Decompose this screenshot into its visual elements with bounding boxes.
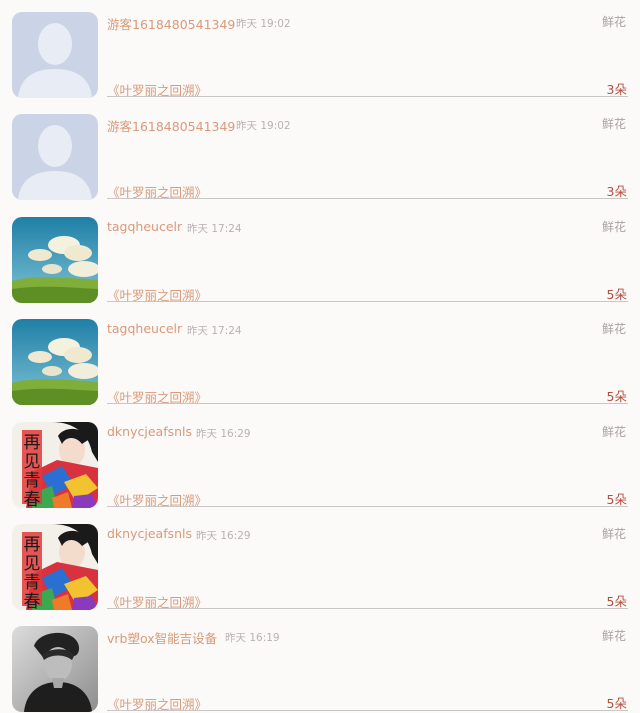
username[interactable]: tagqheucelr [107,321,182,336]
gift-type-label: 鲜花 [601,117,626,131]
timestamp: 昨天 17:24 [187,325,242,337]
timestamp: 昨天 16:19 [225,632,280,644]
list-item[interactable]: 游客1618480541349 昨天 19:02 鲜花 《叶罗丽之回溯》 3朵 [0,102,640,204]
gift-type-label: 鲜花 [601,425,626,439]
poster-avatar-icon[interactable]: 再 见 青 春 [12,422,98,508]
avatar-text: 见 [24,554,41,574]
list-item[interactable]: tagqheucelr 昨天 17:24 鲜花 《叶罗丽之回溯》 5朵 [0,307,640,409]
portrait-avatar-icon[interactable] [12,626,98,712]
avatar-text: 春 [24,490,41,508]
divider [107,198,628,199]
avatar-text: 再 [24,535,41,555]
landscape-avatar-icon[interactable] [12,217,98,303]
gift-record-list: 游客1618480541349 昨天 19:02 鲜花 《叶罗丽之回溯》 3朵 … [0,0,640,713]
username[interactable]: dknycjeafsnls [107,526,192,541]
username[interactable]: tagqheucelr [107,219,182,234]
username[interactable]: 游客1618480541349 [107,116,235,135]
timestamp: 昨天 16:29 [196,530,251,542]
landscape-avatar-icon[interactable] [12,319,98,405]
avatar-text: 青 [24,573,41,593]
list-item[interactable]: tagqheucelr 昨天 17:24 鲜花 《叶罗丽之回溯》 5朵 [0,205,640,307]
divider [107,710,628,711]
timestamp: 昨天 16:29 [196,428,251,440]
gift-type-label: 鲜花 [601,220,626,234]
gift-type-label: 鲜花 [601,322,626,336]
list-item[interactable]: 游客1618480541349 昨天 19:02 鲜花 《叶罗丽之回溯》 3朵 [0,0,640,102]
list-item[interactable]: vrb塑ox智能吉设备 昨天 16:19 鲜花 《叶罗丽之回溯》 5朵 [0,614,640,713]
avatar-text: 青 [24,471,41,491]
gift-type-label: 鲜花 [601,15,626,29]
timestamp: 昨天 19:02 [236,18,291,30]
username[interactable]: dknycjeafsnls [107,424,192,439]
gift-type-label: 鲜花 [601,527,626,541]
divider [107,96,628,97]
divider [107,608,628,609]
timestamp: 昨天 17:24 [187,223,242,235]
avatar-text: 再 [24,433,41,453]
avatar-text: 春 [24,592,41,610]
divider [107,301,628,302]
username[interactable]: 游客1618480541349 [107,14,235,33]
username[interactable]: vrb塑ox智能吉设备 [107,628,217,647]
list-item[interactable]: 再 见 青 春 dknycjeafsnls 昨天 16:29 鲜花 《叶罗丽之回… [0,512,640,614]
divider [107,403,628,404]
default-avatar-icon[interactable] [12,114,98,200]
divider [107,506,628,507]
poster-avatar-icon[interactable]: 再 见 青 春 [12,524,98,610]
list-item[interactable]: 再 见 青 春 dknycjeafsnls 昨天 16:29 鲜花 《叶罗丽之回… [0,410,640,512]
timestamp: 昨天 19:02 [236,120,291,132]
gift-type-label: 鲜花 [601,629,626,643]
default-avatar-icon[interactable] [12,12,98,98]
avatar-text: 见 [24,452,41,472]
